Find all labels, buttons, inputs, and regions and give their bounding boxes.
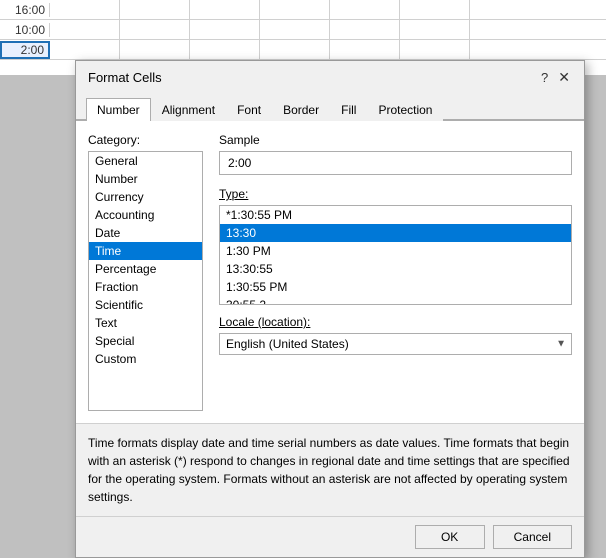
content-inner: Category: GeneralNumberCurrencyAccountin… bbox=[88, 133, 572, 411]
category-label: Category: bbox=[88, 133, 203, 147]
category-item[interactable]: Time bbox=[89, 242, 202, 260]
cell[interactable] bbox=[400, 40, 470, 60]
category-item[interactable]: General bbox=[89, 152, 202, 170]
type-item[interactable]: 1:30:55 PM bbox=[220, 278, 571, 296]
type-item[interactable]: 30:55,2 bbox=[220, 296, 571, 305]
row-label-1: 16:00 bbox=[0, 3, 50, 17]
row-cells-1 bbox=[50, 0, 606, 20]
category-section: Category: GeneralNumberCurrencyAccountin… bbox=[88, 133, 203, 411]
row-cells-2 bbox=[50, 20, 606, 40]
tab-protection[interactable]: Protection bbox=[367, 98, 443, 121]
category-item[interactable]: Number bbox=[89, 170, 202, 188]
close-button[interactable]: ✕ bbox=[556, 69, 572, 86]
cell[interactable] bbox=[120, 40, 190, 60]
tab-font[interactable]: Font bbox=[226, 98, 272, 121]
cell[interactable] bbox=[190, 40, 260, 60]
format-cells-dialog: Format Cells ? ✕ Number Alignment Font B… bbox=[75, 60, 585, 558]
type-item[interactable]: 1:30 PM bbox=[220, 242, 571, 260]
cell[interactable] bbox=[400, 0, 470, 20]
description-area: Time formats display date and time seria… bbox=[76, 423, 584, 516]
help-button[interactable]: ? bbox=[537, 70, 552, 85]
cell[interactable] bbox=[120, 20, 190, 40]
spreadsheet-row-1: 16:00 bbox=[0, 0, 606, 20]
cancel-button[interactable]: Cancel bbox=[493, 525, 572, 549]
spreadsheet-row-2: 10:00 bbox=[0, 20, 606, 40]
dialog-footer: OK Cancel bbox=[76, 516, 584, 557]
type-label: Type: bbox=[219, 187, 572, 201]
dialog-content: Category: GeneralNumberCurrencyAccountin… bbox=[76, 121, 584, 423]
dialog-title: Format Cells bbox=[88, 70, 162, 85]
row-cells-3 bbox=[50, 40, 606, 60]
tab-number[interactable]: Number bbox=[86, 98, 151, 121]
cell[interactable] bbox=[400, 20, 470, 40]
category-item[interactable]: Fraction bbox=[89, 278, 202, 296]
category-item[interactable]: Special bbox=[89, 332, 202, 350]
type-item[interactable]: 13:30:55 bbox=[220, 260, 571, 278]
cell[interactable] bbox=[260, 20, 330, 40]
cell[interactable] bbox=[330, 20, 400, 40]
tabs-bar: Number Alignment Font Border Fill Protec… bbox=[76, 90, 584, 121]
cell[interactable] bbox=[260, 40, 330, 60]
tab-border[interactable]: Border bbox=[272, 98, 330, 121]
category-item[interactable]: Accounting bbox=[89, 206, 202, 224]
locale-section: Locale (location): English (United State… bbox=[219, 315, 572, 355]
right-panel: Sample 2:00 Type: *1:30:55 PM13:301:30 P… bbox=[219, 133, 572, 411]
sample-value: 2:00 bbox=[219, 151, 572, 175]
cell[interactable] bbox=[190, 0, 260, 20]
description-text: Time formats display date and time seria… bbox=[88, 436, 570, 504]
row-label-2: 10:00 bbox=[0, 23, 50, 37]
type-item[interactable]: 13:30 bbox=[220, 224, 571, 242]
category-item[interactable]: Currency bbox=[89, 188, 202, 206]
cell[interactable] bbox=[330, 0, 400, 20]
tab-fill[interactable]: Fill bbox=[330, 98, 367, 121]
cell[interactable] bbox=[50, 0, 120, 20]
category-item[interactable]: Scientific bbox=[89, 296, 202, 314]
category-item[interactable]: Percentage bbox=[89, 260, 202, 278]
category-item[interactable]: Text bbox=[89, 314, 202, 332]
spreadsheet-row-3: 2:00 bbox=[0, 40, 606, 60]
type-item[interactable]: *1:30:55 PM bbox=[220, 206, 571, 224]
type-section: Type: *1:30:55 PM13:301:30 PM13:30:551:3… bbox=[219, 187, 572, 305]
ok-button[interactable]: OK bbox=[415, 525, 485, 549]
tab-alignment[interactable]: Alignment bbox=[151, 98, 226, 121]
type-list-container: *1:30:55 PM13:301:30 PM13:30:551:30:55 P… bbox=[219, 205, 572, 305]
type-list[interactable]: *1:30:55 PM13:301:30 PM13:30:551:30:55 P… bbox=[219, 205, 572, 305]
category-item[interactable]: Date bbox=[89, 224, 202, 242]
row-label-3[interactable]: 2:00 bbox=[0, 41, 50, 59]
locale-wrapper: English (United States)English (United K… bbox=[219, 333, 572, 355]
sample-section: Sample 2:00 bbox=[219, 133, 572, 175]
dialog-titlebar: Format Cells ? ✕ bbox=[76, 61, 584, 90]
cell[interactable] bbox=[330, 40, 400, 60]
cell[interactable] bbox=[120, 0, 190, 20]
category-list[interactable]: GeneralNumberCurrencyAccountingDateTimeP… bbox=[88, 151, 203, 411]
cell[interactable] bbox=[50, 20, 120, 40]
locale-select[interactable]: English (United States)English (United K… bbox=[219, 333, 572, 355]
cell[interactable] bbox=[190, 20, 260, 40]
sample-label: Sample bbox=[219, 133, 572, 147]
cell[interactable] bbox=[50, 40, 120, 60]
category-item[interactable]: Custom bbox=[89, 350, 202, 368]
dialog-controls: ? ✕ bbox=[537, 69, 572, 86]
locale-label: Locale (location): bbox=[219, 315, 572, 329]
cell[interactable] bbox=[260, 0, 330, 20]
